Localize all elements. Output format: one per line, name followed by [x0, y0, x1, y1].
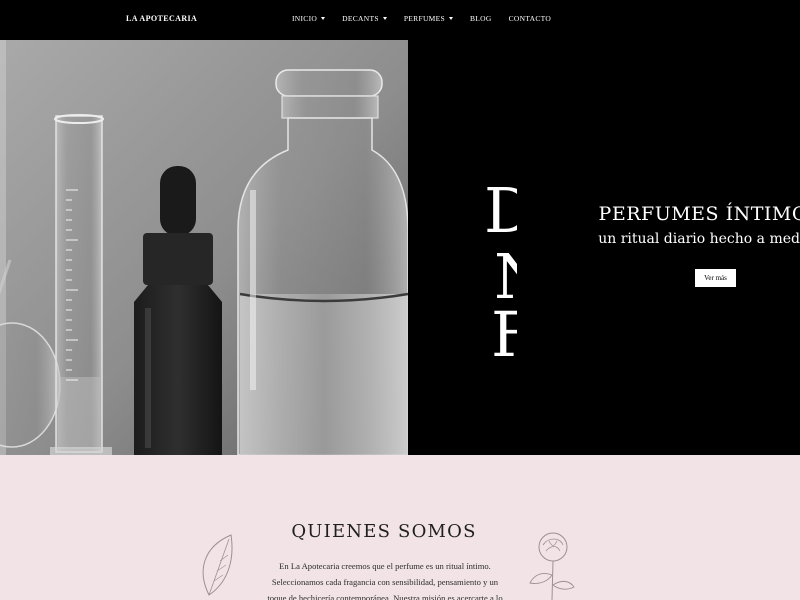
caret-down-icon [321, 17, 326, 20]
hero-caption: PERFUMES ÍNTIMOS un ritual diario hecho … [580, 203, 800, 247]
brand-logo[interactable]: LA APOTECARIA [126, 14, 197, 23]
hero-banner: D N F PERFUMES ÍNTIMOS un ritual diario … [0, 40, 800, 455]
nav-label: PERFUMES [403, 14, 445, 23]
nav-contacto[interactable]: CONTACTO [509, 14, 552, 23]
about-section: QUIENES SOMOS En La Apotecaria creemos q… [0, 455, 800, 600]
nav-perfumes[interactable]: PERFUMES [404, 14, 453, 23]
caret-down-icon [449, 17, 453, 20]
about-line: En La Apotecaria creemos que el perfume … [279, 561, 491, 571]
about-line: Seleccionamos cada fragancia con sensibi… [271, 577, 499, 587]
main-nav: INICIO DECANTS PERFUMES BLOG CONTACTO [292, 14, 568, 23]
about-line: toque de hechicería contemporánea. Nuest… [267, 593, 503, 600]
nav-decants[interactable]: DECANTS [342, 14, 387, 23]
nav-label: DECANTS [342, 14, 379, 23]
nav-blog[interactable]: BLOG [470, 14, 492, 23]
about-title: QUIENES SOMOS [291, 521, 477, 542]
nav-label: CONTACTO [508, 14, 552, 23]
hero-image: D N F [0, 40, 800, 455]
hero-subtitle: un ritual diario hecho a medida [598, 231, 800, 247]
hero-title: PERFUMES ÍNTIMOS [598, 203, 800, 225]
nav-label: INICIO [292, 14, 318, 23]
ver-mas-button[interactable]: Ver más [695, 269, 736, 287]
nav-label: BLOG [470, 14, 492, 23]
about-paragraph: En La Apotecaria creemos que el perfume … [246, 558, 524, 600]
top-navbar: LA APOTECARIA INICIO DECANTS PERFUMES BL… [0, 0, 800, 40]
nav-inicio[interactable]: INICIO [292, 14, 326, 23]
caret-down-icon [382, 17, 387, 20]
